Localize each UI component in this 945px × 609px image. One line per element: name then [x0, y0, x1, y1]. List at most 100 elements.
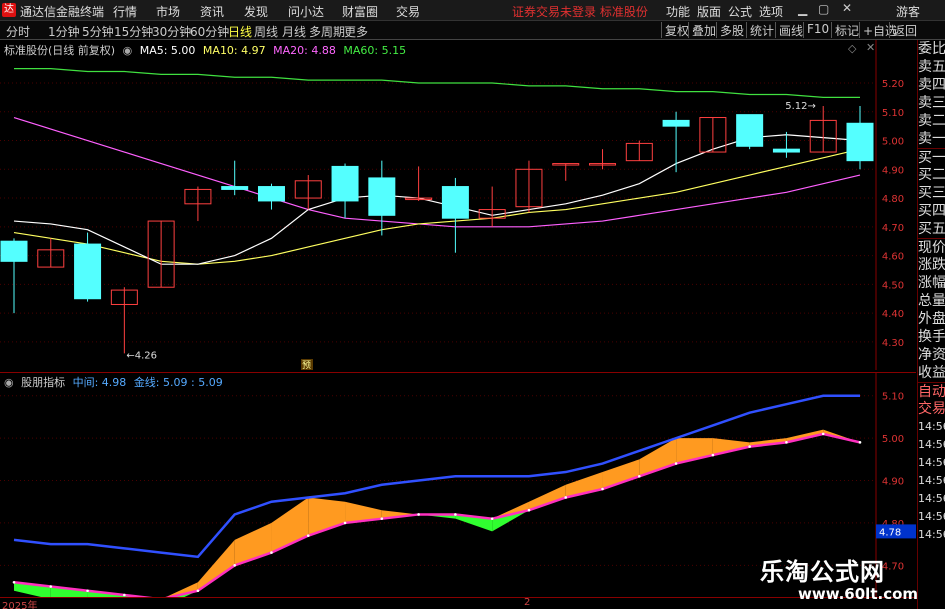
menu-item[interactable]: 功能 — [666, 3, 690, 20]
watermark-url: www.60lt.com — [798, 585, 919, 603]
y-tick-label: 5.00 — [882, 137, 904, 148]
gold-point — [417, 513, 420, 516]
panel-label: 涨幅 — [918, 275, 945, 291]
gold-point — [527, 508, 531, 512]
y-tick-label: 4.90 — [882, 165, 904, 176]
period-tab[interactable]: 多周期 — [309, 23, 345, 40]
y-tick-label: 5.00 — [882, 434, 904, 445]
candle-body — [368, 177, 396, 216]
panel-label: 买三 — [918, 185, 945, 201]
toolbar-button[interactable]: 统计 — [746, 22, 777, 38]
period-tab-active[interactable]: 日线 — [228, 23, 252, 40]
date-label: 2025年 — [2, 601, 38, 609]
panel-label: 卖五 — [918, 59, 945, 75]
gold-point — [601, 487, 604, 491]
toolbar-button[interactable]: F10 — [803, 22, 832, 38]
gold-point — [196, 589, 200, 593]
tick-time: 14:56 — [918, 474, 945, 487]
toolbar-button[interactable]: 标记 — [831, 22, 862, 38]
ma20-label: MA20: 4.88 — [273, 44, 336, 57]
title-bar: 达 通达信金融终端 行情 市场 资讯 发现 问小达 财富圈 交易 证券交易未登录… — [0, 0, 945, 21]
y-tick-label: 4.30 — [882, 338, 904, 349]
toolbar-button[interactable]: 多股 — [716, 22, 747, 38]
toolbar-button[interactable]: 返回 — [889, 22, 920, 38]
toolbar-button[interactable]: 画线 — [775, 22, 806, 38]
period-tab[interactable]: 周线 — [254, 23, 278, 40]
gold-point — [343, 521, 347, 525]
period-tab[interactable]: 15分钟 — [114, 23, 153, 40]
auto-trade-button[interactable]: 自动 — [918, 382, 945, 400]
indicator-header: ◉ 股朋指标 中间: 4.98 金线: 5.09 : 5.09 — [4, 374, 227, 390]
tick-time: 14:56 — [918, 456, 945, 469]
panel-label: 卖二 — [918, 113, 945, 129]
y-tick-label: 4.70 — [882, 223, 904, 234]
kline-chart-svg[interactable]: 5.20 5.10 5.00 4.90 4.80 4.70 4.60 4.50 4.40 4.30… — [0, 40, 916, 370]
period-tab[interactable]: 30分钟 — [152, 23, 191, 40]
y-tick-label: 4.40 — [882, 309, 904, 320]
period-tab[interactable]: 月线 — [282, 23, 306, 40]
gold-point — [123, 593, 126, 597]
restore-icon[interactable]: ▢ — [818, 2, 829, 16]
panel-label: 买四 — [918, 203, 945, 219]
menu-item[interactable]: 版面 — [697, 3, 721, 20]
gold-point — [49, 585, 53, 588]
period-tab[interactable]: 5分钟 — [82, 23, 114, 40]
gold-point — [233, 564, 236, 567]
high-price-label: 5.12→ — [785, 101, 816, 112]
y-tick-label: 5.20 — [882, 79, 904, 90]
minimize-icon[interactable]: ▁ — [798, 2, 807, 16]
mid-line — [13, 394, 860, 559]
period-tab[interactable]: 分时 — [6, 23, 30, 40]
panel-label: 涨跌 — [918, 257, 945, 273]
kline-chart[interactable]: 5.20 5.10 5.00 4.90 4.80 4.70 4.60 4.50 4.40 4.30… — [0, 40, 916, 370]
menu-item[interactable]: 市场 — [156, 3, 180, 20]
menu-item[interactable]: 交易 — [396, 3, 420, 20]
candle-body — [441, 186, 469, 219]
menu-item[interactable]: 资讯 — [200, 3, 224, 20]
menu-item[interactable]: 行情 — [113, 3, 137, 20]
settings-icon[interactable]: ◉ — [123, 44, 133, 57]
indicator-gold-label: 金线: 5.09 : 5.09 — [133, 376, 223, 389]
candle-body — [772, 148, 800, 153]
candle-body — [0, 240, 28, 262]
panel-label: 换手 — [918, 329, 945, 345]
y-tick-label: 5.10 — [882, 108, 904, 119]
candle-body — [736, 114, 764, 147]
period-tab[interactable]: 60分钟 — [190, 23, 229, 40]
chart-diamond-icon[interactable]: ◇ — [848, 42, 856, 55]
menu-item[interactable]: 发现 — [244, 3, 268, 20]
login-notice[interactable]: 证券交易未登录 标准股份 — [512, 3, 648, 20]
panel-label: 卖四 — [918, 77, 945, 93]
ma10-label: MA10: 4.97 — [202, 44, 266, 57]
menu-item[interactable]: 选项 — [759, 3, 783, 20]
period-tab[interactable]: 1分钟 — [48, 23, 80, 40]
close-icon[interactable]: ✕ — [842, 1, 852, 15]
y-tick-label: 5.10 — [882, 392, 904, 403]
app-title: 通达信金融终端 — [20, 5, 105, 19]
chart-close-icon[interactable]: ✕ — [866, 41, 875, 54]
low-price-label: ←4.26 — [126, 350, 157, 361]
candle-body — [257, 186, 285, 202]
quote-panel: 委比 卖五 卖四 卖三 卖二 卖一 买一 买二 买三 买四 买五 现价 涨跌 涨… — [917, 40, 945, 609]
current-value-label: 4.78 — [879, 527, 901, 538]
indicator-settings-icon[interactable]: ◉ — [4, 376, 14, 389]
guest-label[interactable]: 游客 — [896, 3, 920, 20]
upper-band-fill — [602, 459, 640, 489]
panel-label: 卖一 — [918, 131, 945, 147]
panel-label: 总量 — [918, 293, 945, 309]
menu-item[interactable]: 问小达 — [288, 3, 324, 20]
ma10-line — [13, 148, 861, 265]
forecast-marker-label: 预 — [302, 360, 311, 370]
period-tab[interactable]: 更多 — [344, 23, 368, 40]
panel-label: 收益 — [918, 365, 945, 381]
menu-item[interactable]: 公式 — [728, 3, 752, 20]
toolbar-button[interactable]: 叠加 — [688, 22, 719, 38]
candle-body — [74, 243, 102, 300]
candle-body — [331, 165, 359, 202]
gold-point — [564, 496, 568, 499]
ma60-label: MA60: 5.15 — [343, 44, 407, 57]
trade-button[interactable]: 交易 — [918, 400, 945, 418]
menu-item[interactable]: 财富圈 — [342, 3, 378, 20]
panel-label: 买二 — [918, 167, 945, 183]
panel-label: 净资 — [918, 347, 945, 363]
